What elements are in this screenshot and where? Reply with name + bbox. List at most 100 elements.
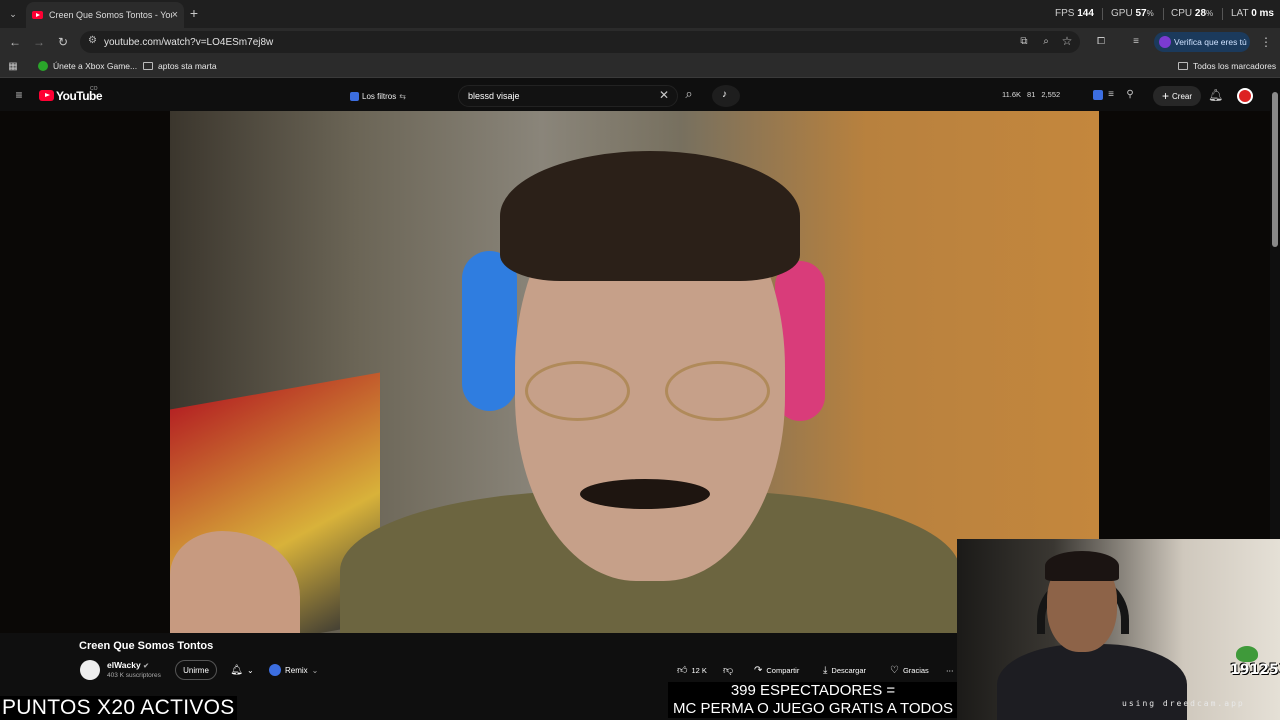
thumbs-down-icon: 👎︎ — [723, 665, 734, 676]
youtube-logo-icon[interactable] — [39, 90, 54, 101]
reload-icon[interactable]: ↻ — [56, 35, 70, 49]
folder-icon — [1178, 62, 1188, 70]
bookmark-star-icon[interactable]: ☆ — [1060, 34, 1074, 48]
viewers-banner: 399 ESPECTADORES = MC PERMA O JUEGO GRAT… — [668, 682, 958, 718]
remix-button[interactable]: Remix ⌄ — [266, 660, 324, 680]
verify-profile-button[interactable]: Verifica que eres tú — [1154, 32, 1250, 52]
site-info-icon[interactable]: ⚙ — [88, 35, 97, 46]
fps-readout: FPS 144 — [1055, 8, 1094, 19]
points-counter: 191251 — [1230, 662, 1280, 678]
video-title: Creen Que Somos Tontos — [79, 640, 214, 652]
stat-value: 2,552 — [1041, 90, 1061, 99]
glasses — [525, 361, 775, 421]
viewers-line-1: 399 ESPECTADORES = — [730, 682, 896, 699]
webcam-hair — [1045, 551, 1119, 581]
url-text: youtube.com/watch?v=LO4ESm7ej8w — [104, 36, 274, 48]
voice-search-button[interactable]: ♪ — [712, 85, 740, 107]
bookmark-xbox[interactable]: Únete a Xbox Game... — [38, 61, 137, 71]
folder-icon — [143, 62, 153, 70]
forward-icon[interactable]: → — [32, 35, 46, 49]
tab-title: Creen Que Somos Tontos - You — [49, 10, 172, 20]
divider — [1163, 8, 1164, 20]
reading-list-icon[interactable]: ≡ — [1129, 35, 1143, 49]
latency-readout: LAT 0 ms — [1231, 8, 1274, 19]
gpu-readout: GPU 57% — [1111, 8, 1154, 19]
search-value: blessd visaje — [468, 91, 520, 101]
address-bar[interactable]: ⚙ youtube.com/watch?v=LO4ESm7ej8w — [80, 31, 1080, 53]
divider — [1102, 8, 1103, 20]
dislike-button[interactable]: 👎︎ — [723, 660, 733, 680]
verified-check-icon: ✔ — [143, 663, 149, 670]
tab-close-icon[interactable]: × — [172, 9, 178, 21]
bookmark-label: aptos sta marta — [158, 61, 217, 71]
tune-icon: ⇆ — [399, 91, 406, 101]
headphone-left — [462, 251, 517, 411]
plus-icon: + — [1161, 89, 1169, 103]
download-icon: ⤓ — [823, 664, 828, 676]
share-label: Compartir — [766, 665, 800, 675]
list-icon[interactable]: ≡ — [1104, 88, 1118, 102]
download-button[interactable]: ⤓ Descargar — [823, 660, 866, 680]
channel-name[interactable]: elWacky ✔ — [107, 660, 149, 670]
more-actions-icon[interactable]: ⋯ — [946, 660, 954, 680]
filters-label: Los filtros — [362, 91, 397, 101]
all-bookmarks-label: Todos los marcadores — [1193, 61, 1277, 71]
extensions-icon[interactable]: ⧠ — [1094, 35, 1108, 49]
share-arrow-icon: ↷ — [754, 664, 763, 676]
tab-list-chevron-icon[interactable]: ⌄ — [6, 7, 20, 21]
clear-search-icon[interactable]: ✕ — [657, 88, 671, 102]
points-banner: PUNTOS X20 ACTIVOS — [0, 696, 237, 720]
install-app-icon[interactable]: ⧉ — [1017, 35, 1031, 49]
thanks-button[interactable]: ♡ Gracias — [890, 660, 929, 680]
remix-icon — [269, 664, 281, 676]
webcam-overlay: using dreedcam.app — [957, 539, 1280, 720]
join-button[interactable]: Unirme — [175, 660, 217, 680]
create-button[interactable]: + Crear — [1153, 86, 1201, 106]
extension-badge-icon[interactable] — [1093, 90, 1103, 100]
like-button[interactable]: 👍︎ 12 K — [677, 660, 707, 680]
frog-emote-icon — [1236, 646, 1258, 662]
bookmark-folder-aptos[interactable]: aptos sta marta — [143, 61, 217, 71]
browser-tab[interactable]: Creen Que Somos Tontos - You × — [26, 2, 184, 28]
download-label: Descargar — [831, 665, 867, 675]
back-icon[interactable]: ← — [8, 35, 22, 49]
mustache — [580, 479, 710, 509]
hamburger-menu-icon[interactable]: ≡ — [12, 88, 26, 102]
bookmark-label: Únete a Xbox Game... — [53, 61, 138, 71]
bell-icon: 🔔︎ — [230, 664, 243, 676]
viewers-line-2: MC PERMA O JUEGO GRATIS A TODOS — [672, 700, 954, 717]
chevron-down-icon: ⌄ — [311, 665, 319, 675]
verify-label: Verifica que eres tú — [1174, 37, 1247, 47]
scrollbar-thumb[interactable] — [1272, 92, 1278, 247]
filters-button[interactable]: Los filtros ⇆ — [350, 88, 414, 104]
channel-avatar[interactable] — [80, 660, 100, 680]
search-icon[interactable]: ⌕ — [682, 87, 696, 101]
more-menu-icon[interactable]: ⋮ — [1259, 35, 1273, 49]
divider — [1222, 8, 1223, 20]
cpu-readout: CPU 28% — [1171, 8, 1214, 19]
extension-stats: 11.6K 81 2,552 — [1002, 90, 1060, 99]
zoom-icon[interactable]: ⌕ — [1039, 35, 1053, 49]
microphone-icon: ♪ — [722, 89, 727, 100]
notifications-bell-icon[interactable]: 🔔︎ — [1208, 88, 1223, 102]
streamer-hair — [500, 151, 800, 281]
subscribe-bell-button[interactable]: 🔔︎ ⌄ — [225, 660, 259, 680]
cast-icon[interactable]: ⚲ — [1123, 88, 1137, 102]
remix-label: Remix — [285, 665, 308, 675]
apps-grid-icon[interactable]: ▦ — [6, 60, 20, 74]
stat-value: 11.6K — [1002, 90, 1022, 99]
stat-value: 81 — [1027, 90, 1036, 99]
webcam-jacket — [997, 644, 1187, 720]
thanks-heart-icon: ♡ — [890, 664, 899, 676]
xbox-icon — [38, 61, 48, 71]
share-button[interactable]: ↷ Compartir — [754, 660, 799, 680]
search-input[interactable]: blessd visaje — [458, 85, 678, 107]
account-avatar[interactable] — [1237, 88, 1253, 104]
all-bookmarks-folder[interactable]: Todos los marcadores — [1178, 61, 1276, 71]
webcam-watermark: using dreedcam.app — [1122, 699, 1245, 708]
chevron-down-icon: ⌄ — [247, 665, 254, 675]
thanks-label: Gracias — [902, 665, 929, 675]
extension-icon — [350, 91, 359, 101]
youtube-favicon-icon — [32, 11, 43, 19]
new-tab-icon[interactable]: + — [187, 6, 201, 20]
